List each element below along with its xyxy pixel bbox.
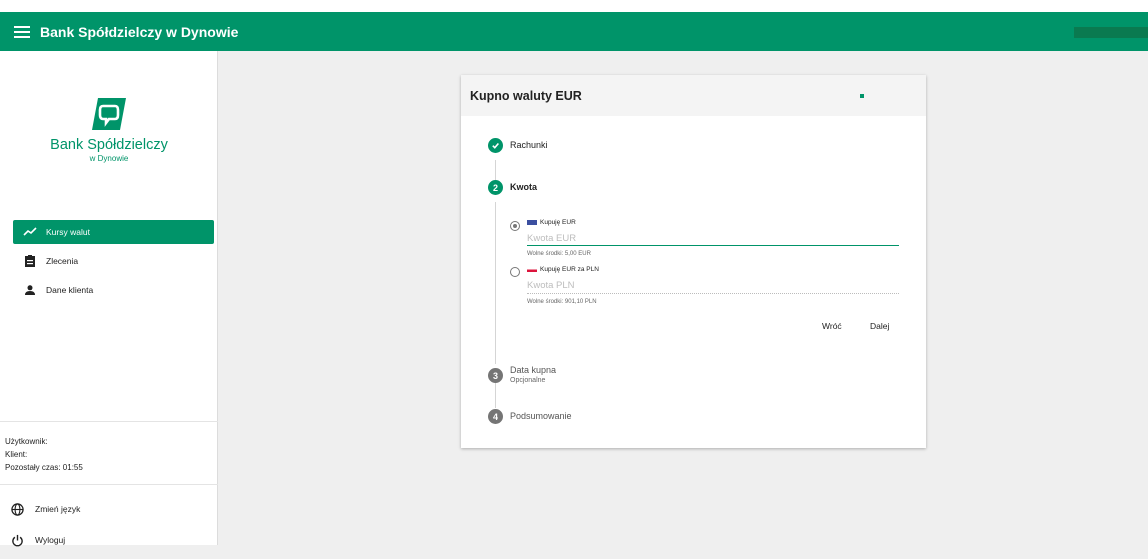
card-header: Kupno waluty EUR	[461, 75, 926, 116]
next-button[interactable]: Dalej	[870, 321, 889, 331]
step-sublabel: Opcjonalne	[510, 377, 546, 384]
card-title: Kupno waluty EUR	[470, 88, 582, 103]
step-label: Data kupna	[510, 365, 557, 375]
radio-kupuje-eur[interactable]	[510, 221, 520, 231]
person-icon	[22, 283, 38, 297]
client-label: Klient:	[5, 450, 28, 459]
header-indicator	[860, 94, 864, 98]
step-podsumowanie[interactable]: 4 Podsumowanie	[488, 409, 572, 424]
trending-up-icon	[22, 225, 38, 239]
globe-icon	[9, 501, 25, 517]
step-data-kupna[interactable]: 3 Data kupna Opcjonalne	[488, 364, 556, 385]
top-strip	[0, 0, 1148, 12]
sidebar-item-dane-klienta[interactable]: Dane klienta	[13, 278, 214, 302]
change-language-label: Zmień język	[35, 504, 81, 514]
amount-pln-underline	[527, 293, 899, 294]
stepper-line	[495, 160, 496, 180]
check-icon	[488, 138, 503, 153]
amount-eur-underline	[527, 245, 899, 246]
sidebar-item-label: Zlecenia	[46, 256, 79, 266]
session-divider-top	[0, 421, 218, 422]
sidebar-bottom-nav: Zmień język Wyloguj	[7, 497, 80, 559]
sidebar-item-zlecenia[interactable]: Zlecenia	[13, 249, 214, 273]
sidebar-item-label: Dane klienta	[46, 285, 94, 295]
user-label: Użytkownik:	[5, 437, 48, 446]
logo-name: Bank Spółdzielczy	[50, 137, 168, 153]
available-funds-eur: Wolne środki: 5,00 EUR	[527, 251, 591, 257]
logo-subtitle: w Dynowie	[89, 154, 129, 163]
amount-eur-input[interactable]	[527, 231, 899, 245]
logout-label: Wyloguj	[35, 535, 66, 545]
session-info: Użytkownik: Klient: Pozostały czas: 01:5…	[5, 435, 83, 474]
eu-flag-icon	[527, 220, 537, 225]
step-number: 4	[488, 409, 503, 424]
bank-logo-icon	[92, 98, 126, 130]
clipboard-icon	[22, 254, 38, 268]
available-funds-pln: Wolne środki: 901,10 PLN	[527, 299, 597, 305]
app-title: Bank Spółdzielczy w Dynowie	[40, 23, 239, 40]
sidebar-item-label: Kursy walut	[46, 227, 90, 237]
bank-logo: Bank Spółdzielczy w Dynowie	[0, 98, 218, 163]
remaining-time: Pozostały czas: 01:55	[5, 463, 83, 472]
step-rachunki[interactable]: Rachunki	[488, 138, 548, 153]
logout-button[interactable]: Wyloguj	[7, 528, 80, 552]
radio-kupuje-eur-za-pln[interactable]	[510, 267, 520, 277]
session-divider-bottom	[0, 484, 218, 485]
sidebar: Bank Spółdzielczy w Dynowie Kursy walut …	[0, 51, 218, 546]
sidebar-nav: Kursy walut Zlecenia Dane klienta	[13, 220, 214, 307]
sidebar-item-kursy-walut[interactable]: Kursy walut	[13, 220, 214, 244]
option-label-pln: Kupuję EUR za PLN	[527, 266, 599, 273]
stepper-line	[495, 202, 496, 364]
power-icon	[9, 532, 25, 548]
step-number: 2	[488, 180, 503, 195]
pl-flag-icon	[527, 267, 537, 272]
change-language-button[interactable]: Zmień język	[7, 497, 80, 521]
stepper-line	[495, 382, 496, 408]
option-label-eur: Kupuję EUR	[527, 219, 576, 226]
amount-pln-input[interactable]	[527, 278, 899, 292]
step-label: Rachunki	[510, 140, 548, 150]
hamburger-menu-icon[interactable]	[14, 25, 30, 38]
top-app-bar: Bank Spółdzielczy w Dynowie	[0, 12, 1148, 51]
step-number: 3	[488, 368, 503, 383]
step-label: Kwota	[510, 182, 537, 192]
back-button[interactable]: Wróć	[822, 321, 842, 331]
top-right-block	[1074, 27, 1148, 38]
step-label: Podsumowanie	[510, 411, 572, 421]
step-kwota[interactable]: 2 Kwota	[488, 180, 537, 195]
purchase-card: Kupno waluty EUR Rachunki 2 Kwota Kupuję…	[461, 75, 926, 448]
